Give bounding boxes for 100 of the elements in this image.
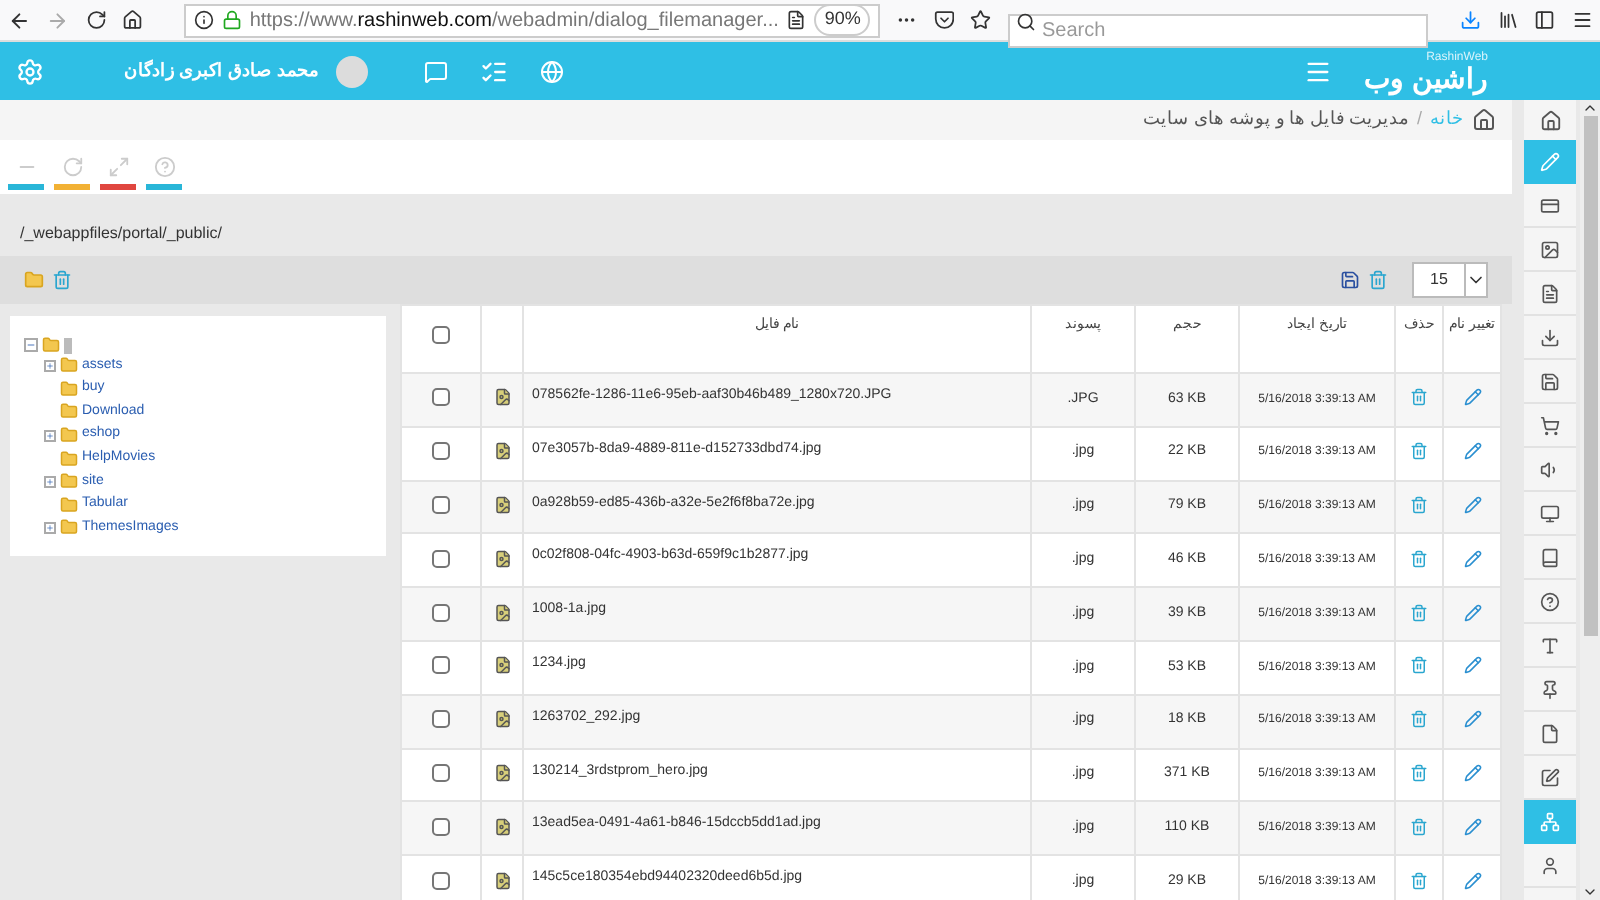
back-icon[interactable] (8, 7, 31, 33)
expand-icon[interactable] (44, 521, 56, 534)
folder-icon (42, 336, 60, 354)
edit-icon (1540, 767, 1560, 787)
zoom-level[interactable]: 90% (814, 4, 871, 36)
breadcrumb-current: مدیریت فایل ها و پوشه های سایت (1142, 106, 1409, 133)
bookmark-icon[interactable] (970, 8, 992, 32)
page-size-select[interactable]: 15 (1412, 262, 1488, 298)
download-icon[interactable] (1459, 8, 1481, 32)
select-all-checkbox[interactable] (432, 325, 450, 344)
sitemap-icon (1540, 812, 1560, 832)
pin-icon (1540, 679, 1560, 699)
folder-icon (60, 495, 78, 514)
row-checkbox[interactable] (432, 764, 450, 783)
trash-icon[interactable] (1410, 656, 1428, 675)
home-icon[interactable] (122, 8, 144, 32)
trash-icon[interactable] (1410, 603, 1428, 622)
trash-icon[interactable] (1410, 764, 1428, 783)
image-file-icon (493, 764, 511, 783)
pocket-icon[interactable] (933, 8, 955, 32)
forward-icon[interactable] (46, 7, 70, 33)
row-checkbox[interactable] (432, 496, 450, 515)
trash-icon[interactable] (1410, 710, 1428, 729)
avatar (335, 55, 368, 87)
help-icon (153, 155, 175, 177)
row-checkbox[interactable] (432, 656, 450, 675)
pencil-icon[interactable] (1463, 710, 1481, 729)
speaker-icon (1540, 459, 1560, 479)
pencil-icon[interactable] (1463, 764, 1481, 783)
pencil-icon[interactable] (1463, 442, 1481, 461)
image-file-icon (493, 388, 511, 407)
info-icon (193, 10, 214, 30)
settings-icon[interactable] (16, 57, 44, 85)
pencil-icon[interactable] (1463, 817, 1481, 836)
trash-icon[interactable] (1410, 496, 1428, 515)
globe-icon[interactable] (539, 59, 564, 83)
folder-icon (60, 402, 78, 421)
root-marker (64, 337, 72, 353)
folder-icon (60, 356, 78, 375)
trash-icon[interactable] (1368, 270, 1388, 290)
menu-icon[interactable] (1571, 8, 1593, 32)
download-icon (1540, 327, 1560, 347)
reader-icon[interactable] (786, 10, 807, 30)
home-icon[interactable] (1539, 109, 1561, 131)
folder-icon (60, 379, 78, 398)
pencil-icon[interactable] (1463, 549, 1481, 568)
row-checkbox[interactable] (432, 817, 450, 836)
scroll-down-icon[interactable] (1582, 884, 1598, 900)
scroll-up-icon[interactable] (1582, 100, 1598, 116)
image-file-icon (493, 442, 511, 461)
pencil-icon[interactable] (1463, 871, 1481, 890)
folder-icon (60, 426, 78, 445)
sidebar-icon[interactable] (1534, 8, 1556, 32)
row-checkbox[interactable] (432, 871, 450, 890)
help-icon (1540, 591, 1560, 611)
expand-icon[interactable] (44, 429, 56, 442)
home-icon[interactable] (1472, 108, 1496, 132)
trash-icon[interactable] (1410, 871, 1428, 890)
row-checkbox[interactable] (432, 603, 450, 622)
cart-icon (1540, 415, 1560, 435)
text-icon (1540, 635, 1560, 655)
library-icon[interactable] (1497, 8, 1519, 32)
save-icon (1540, 371, 1560, 391)
tasks-icon[interactable] (479, 57, 508, 85)
pencil-icon[interactable] (1463, 656, 1481, 675)
save-icon[interactable] (1340, 270, 1360, 290)
document-icon (1540, 283, 1560, 303)
trash-icon[interactable] (1410, 442, 1428, 461)
image-file-icon (493, 817, 511, 836)
trash-icon[interactable] (52, 270, 72, 290)
book-icon (1540, 547, 1560, 567)
reload-icon[interactable] (85, 8, 107, 32)
expand-icon[interactable] (44, 359, 56, 372)
trash-icon[interactable] (1410, 549, 1428, 568)
pencil-icon[interactable] (1463, 388, 1481, 407)
pencil-icon[interactable] (1463, 496, 1481, 515)
expand-icon (107, 155, 129, 177)
trash-icon[interactable] (1410, 388, 1428, 407)
trash-icon[interactable] (1410, 817, 1428, 836)
address-bar[interactable]: https://www.rashinweb.com/webadmin/dialog_filemanager... 90% (183, 3, 881, 37)
image-file-icon (493, 871, 511, 890)
monitor-icon (1540, 503, 1560, 523)
search-field[interactable]: Search (1007, 13, 1428, 47)
image-file-icon (493, 656, 511, 675)
scroll-thumb[interactable] (1583, 116, 1597, 636)
message-icon[interactable] (423, 59, 448, 83)
row-checkbox[interactable] (432, 710, 450, 729)
pencil-icon (1540, 152, 1560, 172)
image-file-icon (493, 603, 511, 622)
user-icon (1540, 855, 1560, 875)
expand-icon[interactable] (44, 475, 56, 488)
pencil-icon[interactable] (1463, 603, 1481, 622)
row-checkbox[interactable] (432, 442, 450, 461)
dropdown-icon (1464, 264, 1486, 296)
image-file-icon (493, 549, 511, 568)
refresh-icon (61, 155, 83, 177)
row-checkbox[interactable] (432, 549, 450, 568)
image-file-icon (493, 496, 511, 515)
row-checkbox[interactable] (432, 388, 450, 407)
collapse-icon[interactable] (24, 338, 38, 352)
